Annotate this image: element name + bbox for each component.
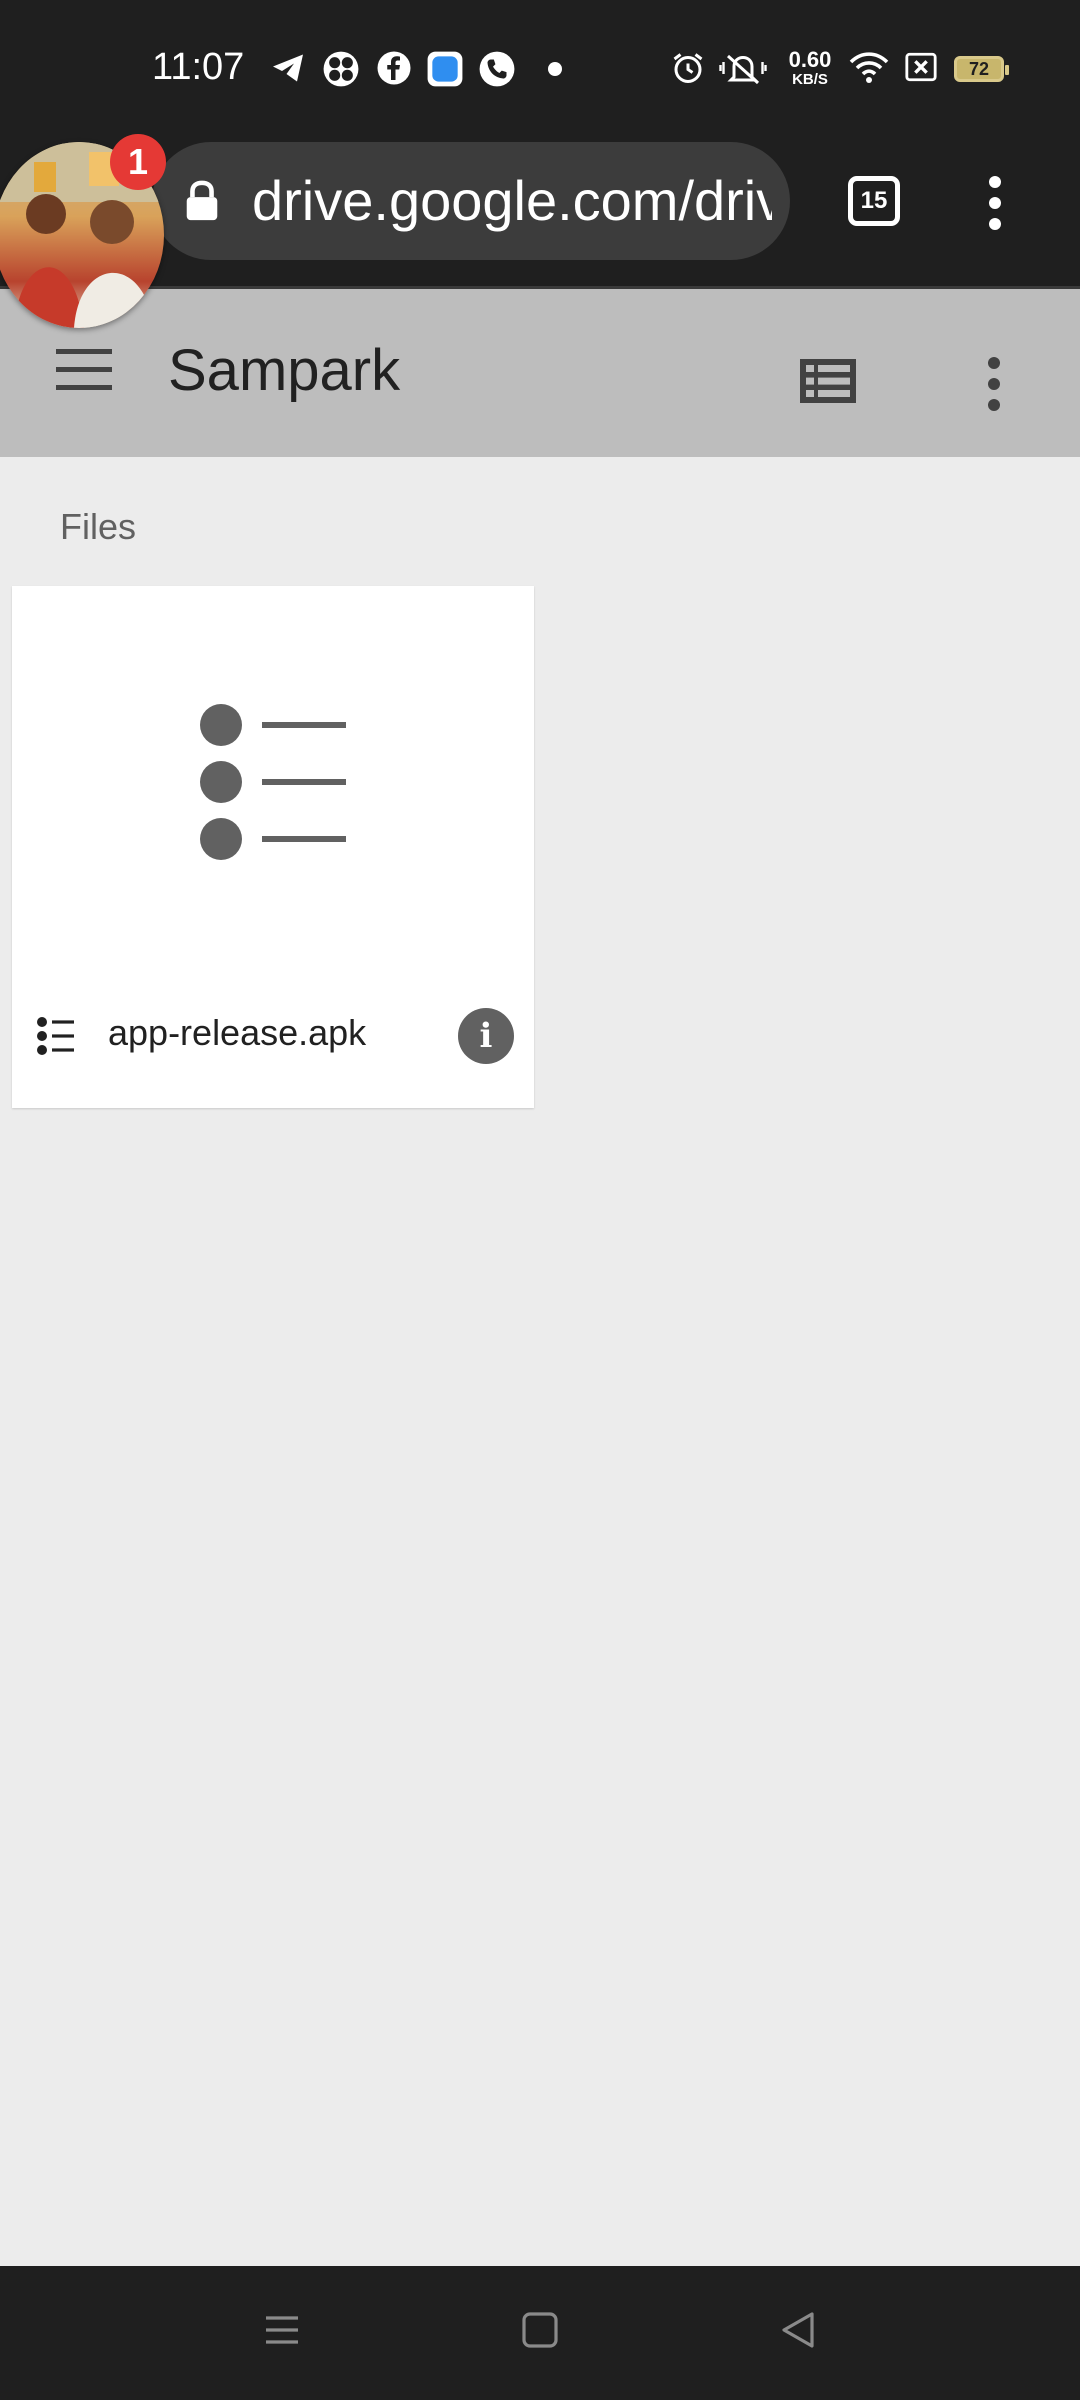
status-bar: 11:07 0.60 KB/S 72	[0, 0, 1080, 140]
battery-icon: 72	[954, 56, 1009, 82]
info-icon[interactable]: i	[458, 1008, 514, 1064]
status-time: 11:07	[152, 46, 245, 88]
back-icon[interactable]	[778, 2310, 818, 2350]
dot-icon	[548, 62, 562, 76]
pinwheel-icon	[323, 51, 359, 87]
file-card-footer: app-release.apk i	[12, 994, 534, 1074]
network-speed-unit: KB/S	[792, 71, 828, 88]
app-bar: Sampark	[0, 289, 1080, 457]
no-sim-icon	[905, 52, 937, 82]
recent-apps-icon[interactable]	[262, 2310, 302, 2350]
phone-icon	[479, 51, 515, 87]
hamburger-menu-icon[interactable]	[56, 349, 112, 391]
url-bar[interactable]: drive.google.com/drive/folders	[152, 142, 790, 260]
system-navigation-bar	[0, 2266, 1080, 2400]
page-title: Sampark	[168, 338, 401, 403]
more-options-icon[interactable]	[988, 357, 1002, 420]
wifi-icon	[849, 52, 889, 83]
home-icon[interactable]	[520, 2310, 560, 2350]
vibrate-icon	[719, 54, 767, 85]
lock-icon	[186, 180, 218, 221]
notification-badge: 1	[110, 134, 166, 190]
network-speed-value: 0.60	[788, 47, 832, 72]
network-speed: 0.60 KB/S	[780, 47, 840, 90]
browser-menu-icon[interactable]	[988, 176, 1002, 230]
messenger-icon	[427, 51, 463, 87]
tab-switcher-button[interactable]: 15	[848, 176, 900, 226]
file-card[interactable]: app-release.apk i	[12, 586, 534, 1108]
file-thumbnail-icon	[200, 704, 346, 860]
file-name[interactable]: app-release.apk	[108, 1012, 366, 1054]
list-file-icon	[37, 1017, 74, 1055]
facebook-icon	[377, 51, 411, 85]
url-text[interactable]: drive.google.com/drive/folders	[252, 170, 772, 232]
telegram-icon	[273, 54, 303, 82]
section-label-files: Files	[60, 506, 137, 547]
list-view-icon[interactable]	[800, 359, 856, 403]
alarm-icon	[673, 53, 703, 83]
